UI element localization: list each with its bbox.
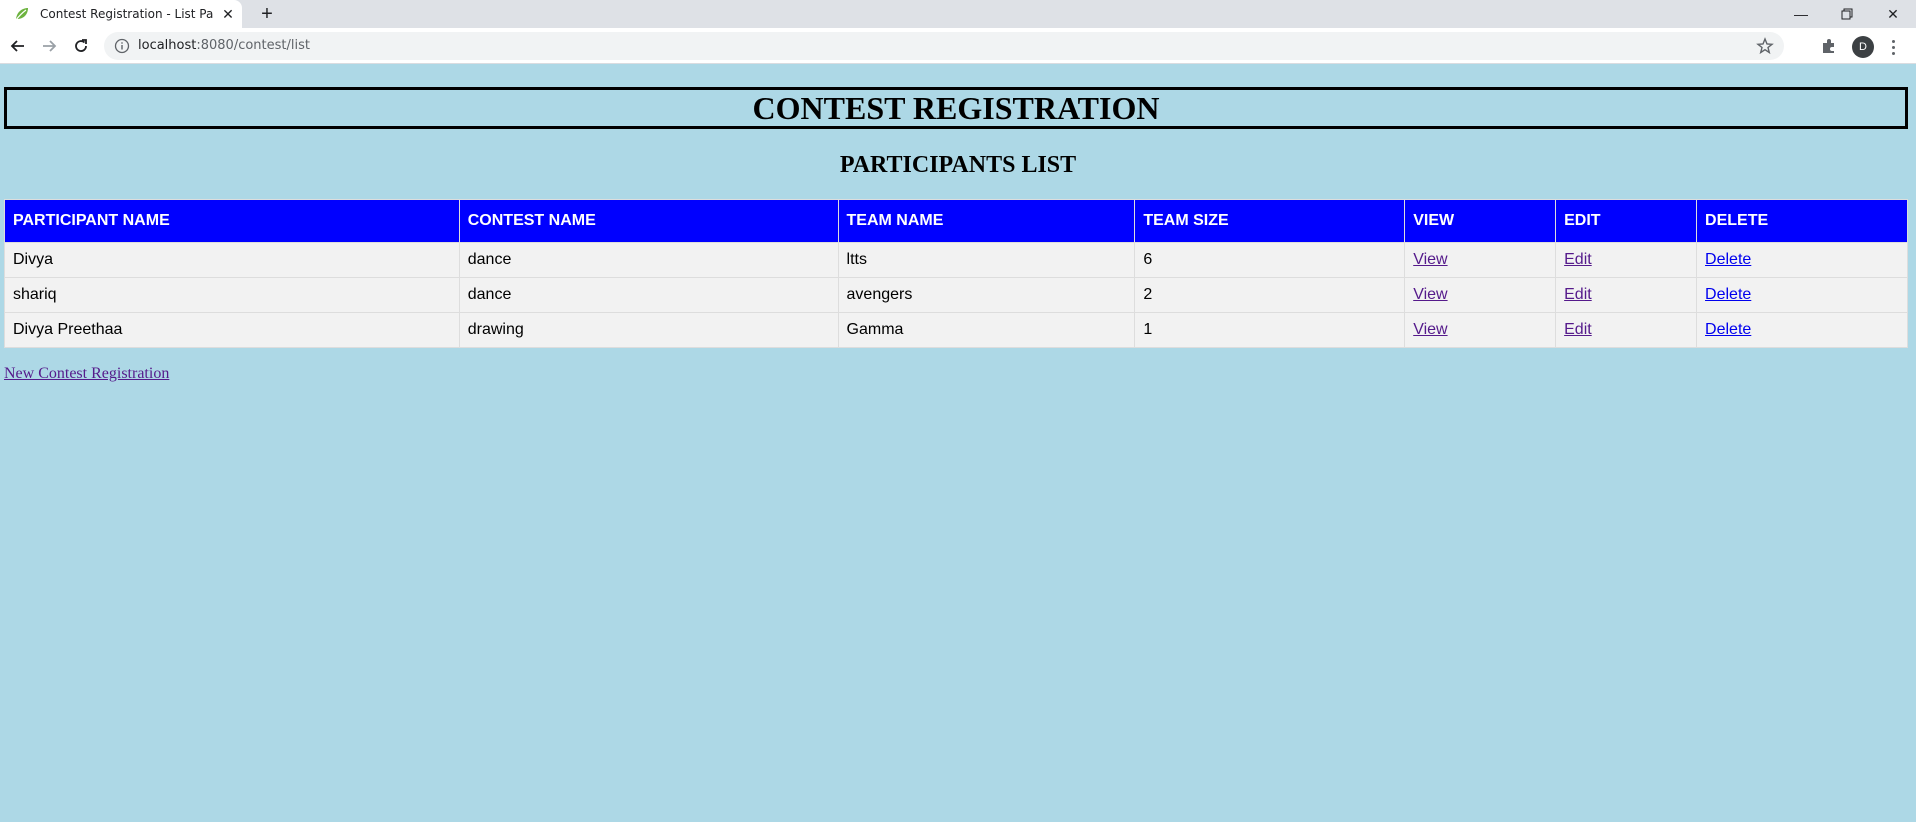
column-header: PARTICIPANT NAME [4,199,460,243]
view-link[interactable]: View [1413,321,1447,338]
title-box: CONTEST REGISTRATION [4,87,1908,129]
view-cell: View [1404,242,1557,278]
back-arrow-icon[interactable] [5,33,31,59]
profile-avatar[interactable]: D [1852,36,1874,58]
minimize-icon[interactable]: — [1778,0,1824,28]
participant-name-cell: shariq [4,277,460,313]
column-header: TEAM SIZE [1134,199,1406,243]
restore-icon[interactable] [1824,0,1870,28]
delete-link[interactable]: Delete [1705,321,1751,338]
team-name-cell: avengers [837,277,1136,313]
edit-cell: Edit [1555,242,1698,278]
contest-name-cell: drawing [458,312,839,348]
browser-tab[interactable]: Contest Registration - List Particip ✕ [0,0,242,28]
delete-cell: Delete [1696,277,1908,313]
close-tab-icon[interactable]: ✕ [219,5,237,23]
view-cell: View [1404,312,1557,348]
reload-icon[interactable] [68,33,94,59]
tab-strip: Contest Registration - List Particip ✕ +… [0,0,1916,28]
edit-cell: Edit [1555,312,1698,348]
bookmark-star-icon[interactable] [1756,37,1774,55]
team-name-cell: Gamma [837,312,1136,348]
new-registration-link[interactable]: New Contest Registration [4,365,169,383]
delete-cell: Delete [1696,312,1908,348]
address-bar[interactable]: localhost:8080/contest/list [104,32,1784,60]
delete-link[interactable]: Delete [1705,286,1751,303]
edit-link[interactable]: Edit [1564,286,1592,303]
team-name-cell: ltts [837,242,1136,278]
contest-name-cell: dance [458,277,839,313]
page-content: CONTEST REGISTRATION PARTICIPANTS LIST P… [0,65,1916,822]
extensions-puzzle-icon[interactable] [1820,37,1838,55]
team-size-cell: 6 [1134,242,1406,278]
page-title: CONTEST REGISTRATION [752,89,1160,126]
forward-arrow-icon[interactable] [36,33,62,59]
view-link[interactable]: View [1413,286,1447,303]
team-size-cell: 2 [1134,277,1406,313]
participants-table: PARTICIPANT NAME CONTEST NAME TEAM NAME … [4,199,1908,348]
participant-name-cell: Divya Preethaa [4,312,460,348]
column-header: EDIT [1555,199,1698,243]
view-cell: View [1404,277,1557,313]
close-window-icon[interactable]: ✕ [1870,0,1916,28]
edit-link[interactable]: Edit [1564,321,1592,338]
view-link[interactable]: View [1413,251,1447,268]
column-header: VIEW [1404,199,1557,243]
info-icon[interactable] [114,38,130,54]
column-header: CONTEST NAME [458,199,839,243]
participant-name-cell: Divya [4,242,460,278]
table-row: Divya dance ltts 6 View Edit Delete [4,242,1908,278]
delete-cell: Delete [1696,242,1908,278]
browser-toolbar: localhost:8080/contest/list D [0,28,1916,64]
edit-link[interactable]: Edit [1564,251,1592,268]
table-row: shariq dance avengers 2 View Edit Delete [4,277,1908,313]
table-row: Divya Preethaa drawing Gamma 1 View Edit… [4,312,1908,348]
edit-cell: Edit [1555,277,1698,313]
delete-link[interactable]: Delete [1705,251,1751,268]
leaf-favicon-icon [15,8,28,21]
menu-dots-icon[interactable] [1886,36,1900,58]
url-text: localhost:8080/contest/list [138,38,310,53]
table-header-row: PARTICIPANT NAME CONTEST NAME TEAM NAME … [4,199,1908,243]
new-tab-icon[interactable]: + [255,3,279,25]
column-header: DELETE [1696,199,1908,243]
contest-name-cell: dance [458,242,839,278]
column-header: TEAM NAME [837,199,1136,243]
team-size-cell: 1 [1134,312,1406,348]
tab-title: Contest Registration - List Particip [40,7,214,21]
page-subtitle: PARTICIPANTS LIST [839,152,1077,178]
